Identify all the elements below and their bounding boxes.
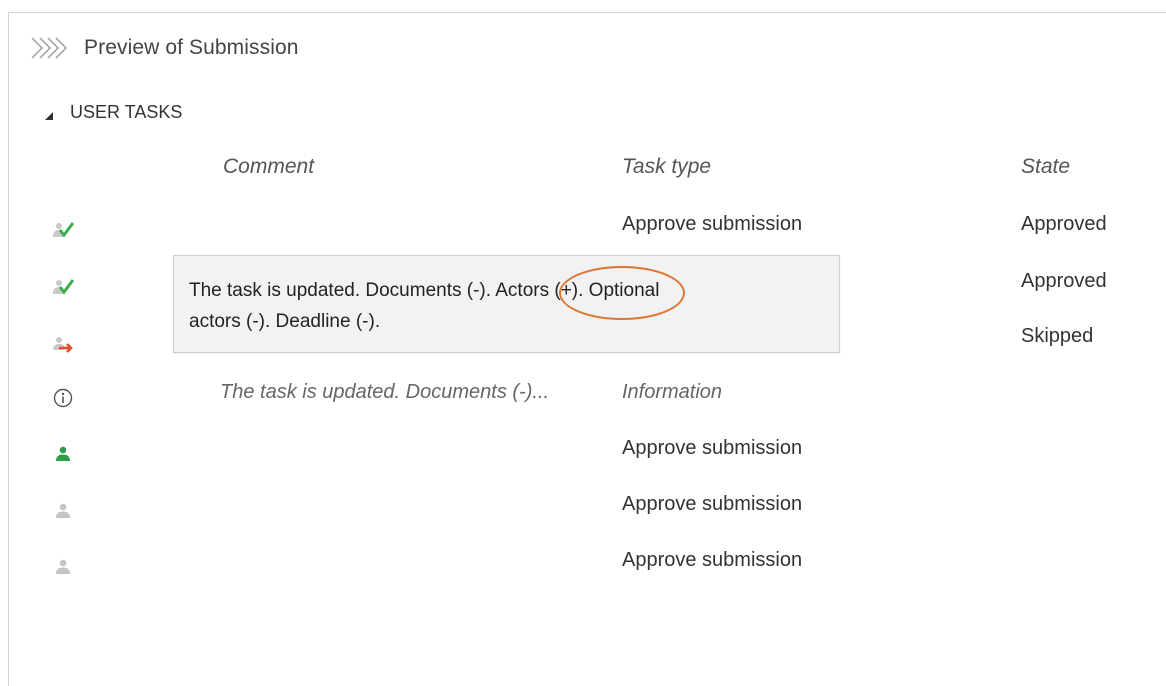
comment-tooltip: The task is updated. Documents (-). Acto… [173,255,840,353]
task-type-cell: Information [622,381,723,403]
tooltip-line-2: actors (-). Deadline (-). [189,311,381,332]
column-header-state[interactable]: State [1021,155,1070,179]
panel-header: Preview of Submission [30,34,299,62]
column-header-task-type[interactable]: Task type [622,155,711,179]
user-inactive-icon [52,556,74,578]
triangle-down-icon [44,108,54,120]
user-check-icon [52,218,74,240]
task-type-cell: Approve submission [622,493,803,515]
double-chevron-right-icon[interactable] [30,36,70,60]
task-type-cell: Approve submission [622,549,803,571]
user-check-icon [52,275,74,297]
state-cell: Skipped [1021,325,1094,347]
user-forward-icon [52,333,74,355]
column-header-comment[interactable]: Comment [223,155,314,179]
state-cell: Approved [1021,270,1107,292]
task-type-cell: Approve submission [622,213,803,235]
task-type-cell: Approve submission [622,437,803,459]
user-inactive-icon [52,500,74,522]
info-icon [52,387,74,409]
tooltip-line-1: The task is updated. Documents (-). Acto… [189,280,660,301]
section-label: USER TASKS [70,102,183,122]
user-active-icon [52,443,74,465]
comment-cell[interactable]: The task is updated. Documents (-)... [220,381,549,404]
panel-title: Preview of Submission [84,36,299,59]
state-cell: Approved [1021,213,1107,235]
user-tasks-section-toggle[interactable]: USER TASKS [44,102,182,123]
